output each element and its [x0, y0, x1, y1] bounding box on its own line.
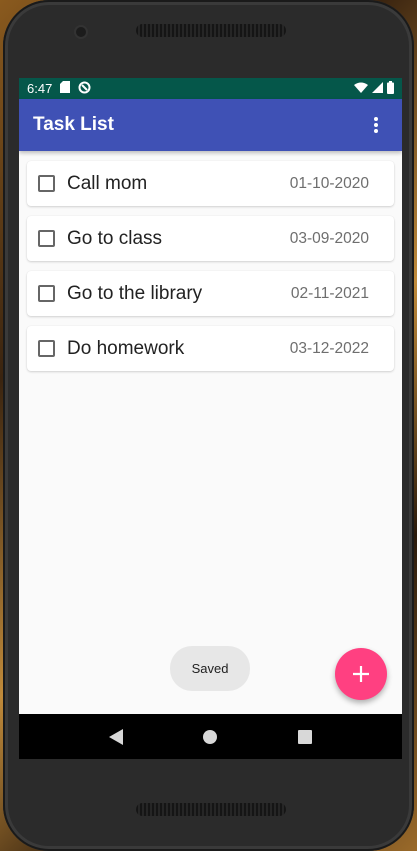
task-checkbox[interactable]	[38, 230, 55, 247]
app-bar: Task List	[19, 99, 402, 151]
task-title: Do homework	[67, 337, 185, 359]
plus-icon	[353, 666, 369, 682]
task-date: 01-10-2020	[289, 174, 369, 192]
task-item[interactable]: Go to class 03-09-2020	[27, 216, 394, 261]
task-item[interactable]: Do homework 03-12-2022	[27, 326, 394, 371]
task-list: Call mom 01-10-2020 Go to class 03-09-20…	[19, 151, 402, 371]
sd-card-icon	[60, 81, 71, 96]
back-icon[interactable]	[106, 727, 126, 747]
task-checkbox[interactable]	[38, 285, 55, 302]
home-icon[interactable]	[200, 727, 220, 747]
sync-icon	[78, 81, 91, 97]
screen: 6:47 Task List Call mom 01-10-2020 Go to…	[19, 78, 402, 759]
status-bar: 6:47	[19, 78, 402, 99]
add-task-button[interactable]	[335, 648, 387, 700]
task-item[interactable]: Go to the library 02-11-2021	[27, 271, 394, 316]
more-vert-icon[interactable]	[364, 113, 388, 137]
status-time: 6:47	[27, 81, 53, 96]
signal-icon	[372, 81, 383, 96]
task-date: 03-09-2020	[289, 229, 369, 247]
task-title: Call mom	[67, 172, 148, 194]
task-item[interactable]: Call mom 01-10-2020	[27, 161, 394, 206]
phone-frame: 6:47 Task List Call mom 01-10-2020 Go to…	[3, 0, 414, 851]
wifi-icon	[354, 81, 368, 96]
front-camera	[76, 27, 86, 37]
app-title: Task List	[33, 114, 114, 135]
toast-message: Saved	[170, 646, 250, 691]
task-checkbox[interactable]	[38, 175, 55, 192]
system-nav-bar	[19, 714, 402, 759]
task-date: 02-11-2021	[290, 284, 369, 302]
task-date: 03-12-2022	[289, 339, 369, 357]
battery-icon	[387, 80, 394, 97]
bottom-speaker	[136, 803, 286, 816]
task-title: Go to class	[67, 227, 163, 249]
task-checkbox[interactable]	[38, 340, 55, 357]
recents-icon[interactable]	[295, 727, 315, 747]
top-speaker	[136, 24, 286, 37]
task-title: Go to the library	[67, 282, 203, 304]
